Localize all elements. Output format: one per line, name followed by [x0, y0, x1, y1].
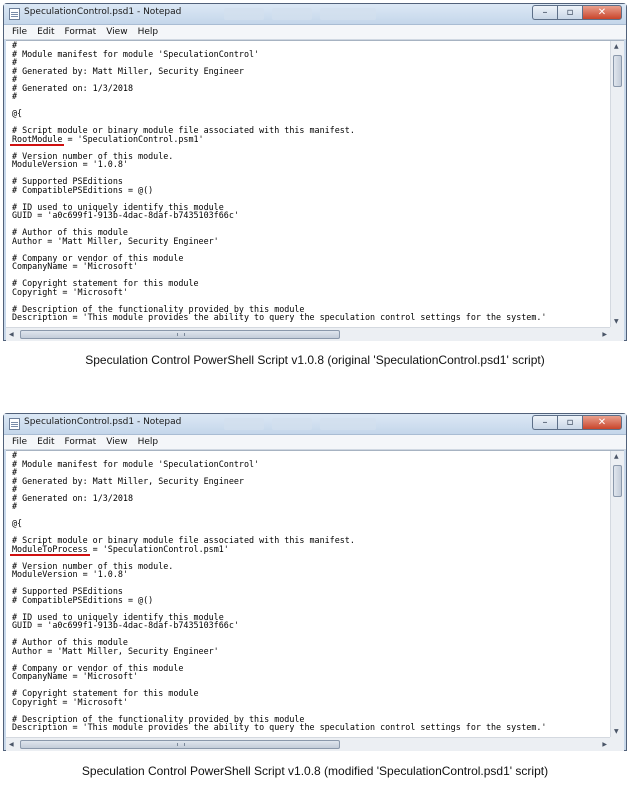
code-line: Description = 'This module provides the …: [12, 722, 547, 732]
code-line: # Module manifest for module 'Speculatio…: [12, 48, 260, 59]
code-line: @{: [12, 518, 23, 528]
code-line: ModuleVersion = '1.0.8': [12, 569, 128, 579]
title-bar[interactable]: SpeculationControl.psd1 - Notepad – ▫ ✕: [4, 4, 626, 25]
code-line: Copyright = 'Microsoft': [12, 696, 128, 707]
scroll-left-icon[interactable]: ◀: [9, 741, 14, 748]
editor-text[interactable]: # # Module manifest for module 'Speculat…: [6, 451, 610, 737]
scroll-up-icon[interactable]: ▲: [614, 453, 619, 460]
code-line: # Generated on: 1/3/2018: [12, 82, 134, 93]
horizontal-scrollbar[interactable]: ◀ ▶: [6, 737, 610, 751]
scroll-up-icon[interactable]: ▲: [614, 43, 619, 50]
code-line: GUID = 'a0c699f1-913b-4dac-8daf-b7435103…: [12, 210, 239, 220]
scroll-down-icon[interactable]: ▼: [614, 728, 619, 735]
code-line: # Generated by: Matt Miller, Security En…: [12, 475, 244, 486]
window-controls: – ▫ ✕: [532, 415, 622, 430]
maximize-icon[interactable]: ▫: [557, 5, 582, 20]
horizontal-scrollbar[interactable]: ◀ ▶: [6, 327, 610, 341]
minimize-icon[interactable]: –: [532, 415, 557, 430]
menu-edit[interactable]: Edit: [37, 27, 54, 37]
code-line: #: [12, 501, 18, 511]
scrollbar-corner: [610, 737, 624, 751]
code-line: Author = 'Matt Miller, Security Engineer…: [12, 235, 219, 246]
code-line: CompanyName = 'Microsoft': [12, 671, 139, 681]
vertical-scroll-thumb[interactable]: [613, 465, 622, 497]
background-tab: [224, 8, 264, 20]
code-line: Description = 'This module provides the …: [12, 312, 547, 322]
background-tab: [272, 8, 312, 20]
menu-file[interactable]: File: [12, 27, 27, 37]
scroll-right-icon[interactable]: ▶: [602, 741, 607, 748]
menu-file[interactable]: File: [12, 437, 27, 447]
scroll-right-icon[interactable]: ▶: [602, 331, 607, 338]
menu-edit[interactable]: Edit: [37, 437, 54, 447]
background-tab: [224, 418, 264, 430]
menu-help[interactable]: Help: [138, 437, 159, 447]
menu-format[interactable]: Format: [65, 437, 97, 447]
red-underlined-keyword: ModuleToProcess: [12, 543, 88, 554]
code-line: # Generated by: Matt Miller, Security En…: [12, 65, 244, 76]
menu-view[interactable]: View: [106, 437, 127, 447]
vertical-scrollbar[interactable]: ▲ ▼: [610, 41, 624, 327]
code-line-highlighted: RootModule = 'SpeculationControl.psm1': [6, 133, 610, 144]
window-title: SpeculationControl.psd1 - Notepad: [24, 7, 182, 17]
title-bar[interactable]: SpeculationControl.psd1 - Notepad – ▫ ✕: [4, 414, 626, 435]
background-tab: [320, 418, 376, 430]
menu-bar: File Edit Format View Help: [4, 25, 626, 40]
code-line: GUID = 'a0c699f1-913b-4dac-8daf-b7435103…: [12, 620, 239, 630]
code-line: # Module manifest for module 'Speculatio…: [12, 458, 260, 469]
code-line: CompanyName = 'Microsoft': [12, 261, 139, 271]
menu-view[interactable]: View: [106, 27, 127, 37]
background-tab: [320, 8, 376, 20]
horizontal-scroll-thumb[interactable]: [20, 740, 340, 749]
code-line-highlighted: ModuleToProcess = 'SpeculationControl.ps…: [6, 543, 610, 554]
red-underlined-keyword: RootModule: [12, 133, 63, 144]
code-line: Author = 'Matt Miller, Security Engineer…: [12, 645, 219, 656]
window-title: SpeculationControl.psd1 - Notepad: [24, 417, 182, 427]
menu-bar: File Edit Format View Help: [4, 435, 626, 450]
code-line: @{: [12, 108, 23, 118]
notepad-icon: [9, 8, 20, 20]
code-line: Copyright = 'Microsoft': [12, 286, 128, 297]
code-line: # CompatiblePSEditions = @(): [12, 184, 154, 195]
scrollbar-corner: [610, 327, 624, 341]
caption-original: Speculation Control PowerShell Script v1…: [85, 353, 545, 367]
vertical-scroll-thumb[interactable]: [613, 55, 622, 87]
close-icon[interactable]: ✕: [582, 5, 622, 20]
close-icon[interactable]: ✕: [582, 415, 622, 430]
menu-format[interactable]: Format: [65, 27, 97, 37]
text-editor[interactable]: # # Module manifest for module 'Speculat…: [6, 450, 624, 751]
horizontal-scroll-thumb[interactable]: [20, 330, 340, 339]
scroll-left-icon[interactable]: ◀: [9, 331, 14, 338]
vertical-scrollbar[interactable]: ▲ ▼: [610, 451, 624, 737]
minimize-icon[interactable]: –: [532, 5, 557, 20]
notepad-window-modified: SpeculationControl.psd1 - Notepad – ▫ ✕ …: [3, 413, 627, 751]
window-controls: – ▫ ✕: [532, 5, 622, 20]
editor-text[interactable]: # # Module manifest for module 'Speculat…: [6, 41, 610, 327]
grip-icon: [177, 743, 185, 746]
menu-help[interactable]: Help: [138, 27, 159, 37]
code-line: #: [12, 91, 18, 101]
code-line: ModuleVersion = '1.0.8': [12, 159, 128, 169]
caption-modified: Speculation Control PowerShell Script v1…: [81, 764, 549, 778]
code-line-rest: = 'SpeculationControl.psm1': [62, 133, 204, 144]
notepad-icon: [9, 418, 20, 430]
code-line: # CompatiblePSEditions = @(): [12, 594, 154, 605]
notepad-window-original: SpeculationControl.psd1 - Notepad – ▫ ✕ …: [3, 3, 627, 341]
scroll-down-icon[interactable]: ▼: [614, 318, 619, 325]
code-line: # Generated on: 1/3/2018: [12, 492, 134, 503]
grip-icon: [177, 333, 185, 336]
maximize-icon[interactable]: ▫: [557, 415, 582, 430]
code-line-rest: = 'SpeculationControl.psm1': [87, 543, 229, 554]
background-tab: [272, 418, 312, 430]
text-editor[interactable]: # # Module manifest for module 'Speculat…: [6, 40, 624, 341]
